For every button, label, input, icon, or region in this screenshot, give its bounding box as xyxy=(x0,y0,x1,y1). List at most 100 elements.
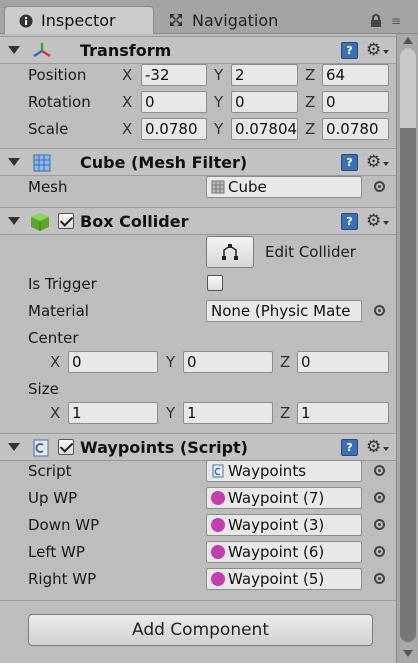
size-y-field[interactable]: 1 xyxy=(183,402,273,424)
gear-dropdown-icon xyxy=(383,162,389,166)
scrollbar[interactable] xyxy=(396,34,418,663)
size-label: Size xyxy=(28,380,59,398)
foldout-arrow-icon[interactable] xyxy=(8,217,20,225)
rotation-y-field[interactable]: 0 xyxy=(231,91,298,113)
object-picker-icon[interactable] xyxy=(374,492,385,503)
gameobject-icon xyxy=(211,572,225,586)
object-picker-icon[interactable] xyxy=(374,573,385,584)
waypoints-header[interactable]: Waypoints (Script) ? ⚙ xyxy=(0,433,396,461)
axis-z-label[interactable]: Z xyxy=(305,66,315,84)
help-icon[interactable]: ? xyxy=(341,213,358,230)
size-z-field[interactable]: 1 xyxy=(297,402,389,424)
left-wp-value: Waypoint (6) xyxy=(228,543,325,561)
axis-y-label[interactable]: Y xyxy=(214,120,223,138)
axis-z-label[interactable]: Z xyxy=(305,93,315,111)
divider xyxy=(0,600,396,601)
scroll-up-arrow-icon[interactable] xyxy=(403,37,413,44)
box-collider-header[interactable]: Box Collider ? ⚙ xyxy=(0,207,396,235)
rotation-z-field[interactable]: 0 xyxy=(322,91,389,113)
gameobject-icon xyxy=(211,491,225,505)
center-z-field[interactable]: 0 xyxy=(297,351,389,373)
tab-bar: Inspector Navigation ≡ xyxy=(0,0,418,34)
axis-y-label[interactable]: Y xyxy=(166,353,175,371)
script-value: Waypoints xyxy=(228,462,307,480)
axis-y-label[interactable]: Y xyxy=(166,404,175,422)
tab-menu-icon[interactable]: ≡ xyxy=(391,14,401,28)
gear-icon[interactable]: ⚙ xyxy=(366,40,381,60)
position-x-field[interactable]: -32 xyxy=(141,64,207,86)
scroll-down-arrow-icon[interactable] xyxy=(403,650,413,657)
waypoints-enabled-checkbox[interactable] xyxy=(58,439,74,455)
rotation-x-field[interactable]: 0 xyxy=(141,91,207,113)
axis-x-label[interactable]: X xyxy=(122,93,132,111)
transform-header[interactable]: Transform ? ⚙ xyxy=(0,36,396,64)
object-picker-icon[interactable] xyxy=(374,546,385,557)
axis-x-label[interactable]: X xyxy=(50,353,60,371)
box-collider-icon xyxy=(30,212,50,232)
center-y-field[interactable]: 0 xyxy=(183,351,273,373)
center-x-field[interactable]: 0 xyxy=(68,351,158,373)
object-picker-icon[interactable] xyxy=(374,519,385,530)
info-icon xyxy=(19,14,33,28)
down-wp-object-field[interactable]: Waypoint (3) xyxy=(206,514,362,536)
box-collider-enabled-checkbox[interactable] xyxy=(58,213,74,229)
right-wp-value: Waypoint (5) xyxy=(228,570,325,588)
foldout-arrow-icon[interactable] xyxy=(8,443,20,451)
foldout-arrow-icon[interactable] xyxy=(8,158,20,166)
up-wp-object-field[interactable]: Waypoint (7) xyxy=(206,487,362,509)
material-object-field[interactable]: None (Physic Mate xyxy=(206,300,362,322)
right-wp-object-field[interactable]: Waypoint (5) xyxy=(206,568,362,590)
center-label: Center xyxy=(28,329,79,347)
mesh-filter-title: Cube (Mesh Filter) xyxy=(80,153,248,172)
position-label: Position xyxy=(28,66,87,84)
help-icon[interactable]: ? xyxy=(341,42,358,59)
object-picker-icon[interactable] xyxy=(374,181,385,192)
mesh-filter-header[interactable]: Cube (Mesh Filter) ? ⚙ xyxy=(0,148,396,176)
help-icon[interactable]: ? xyxy=(341,154,358,171)
left-wp-object-field[interactable]: Waypoint (6) xyxy=(206,541,362,563)
help-icon[interactable]: ? xyxy=(341,439,358,456)
gear-icon[interactable]: ⚙ xyxy=(366,437,381,457)
up-wp-value: Waypoint (7) xyxy=(228,489,325,507)
edit-collider-icon xyxy=(222,244,238,260)
tab-navigation[interactable]: Navigation xyxy=(164,6,278,34)
gear-dropdown-icon xyxy=(383,221,389,225)
gear-icon[interactable]: ⚙ xyxy=(366,211,381,231)
axis-x-label[interactable]: X xyxy=(122,120,132,138)
script-object-field[interactable]: Waypoints xyxy=(206,460,362,482)
down-wp-value: Waypoint (3) xyxy=(228,516,325,534)
tab-inspector-label: Inspector xyxy=(41,11,116,30)
axis-y-label[interactable]: Y xyxy=(214,93,223,111)
axis-x-label[interactable]: X xyxy=(122,66,132,84)
is-trigger-checkbox[interactable] xyxy=(207,275,223,291)
scroll-track xyxy=(400,48,416,128)
script-icon xyxy=(212,464,224,478)
scroll-thumb[interactable] xyxy=(400,48,416,642)
object-picker-icon[interactable] xyxy=(374,465,385,476)
axis-z-label[interactable]: Z xyxy=(305,120,315,138)
axis-z-label[interactable]: Z xyxy=(280,404,290,422)
axis-y-label[interactable]: Y xyxy=(214,66,223,84)
position-y-field[interactable]: 2 xyxy=(231,64,298,86)
right-wp-label: Right WP xyxy=(28,570,97,588)
lock-icon[interactable] xyxy=(370,13,382,27)
object-picker-icon[interactable] xyxy=(374,305,385,316)
size-x-field[interactable]: 1 xyxy=(68,402,158,424)
down-wp-label: Down WP xyxy=(28,516,100,534)
axis-z-label[interactable]: Z xyxy=(280,353,290,371)
tab-inspector[interactable]: Inspector xyxy=(4,6,154,34)
axis-x-label[interactable]: X xyxy=(50,404,60,422)
material-value: None (Physic Mate xyxy=(211,302,351,320)
gear-icon[interactable]: ⚙ xyxy=(366,152,381,172)
position-z-field[interactable]: 64 xyxy=(322,64,389,86)
scale-x-field[interactable]: 0.0780 xyxy=(141,118,207,140)
add-component-button[interactable]: Add Component xyxy=(28,614,373,646)
box-collider-title: Box Collider xyxy=(80,212,189,231)
edit-collider-button[interactable] xyxy=(206,236,254,268)
mesh-object-field[interactable]: Cube xyxy=(206,176,362,198)
up-wp-label: Up WP xyxy=(28,489,78,507)
scale-z-field[interactable]: 0.0780 xyxy=(322,118,389,140)
scale-y-field[interactable]: 0.07804 xyxy=(231,118,298,140)
foldout-arrow-icon[interactable] xyxy=(8,46,20,54)
mesh-filter-icon xyxy=(32,153,52,173)
